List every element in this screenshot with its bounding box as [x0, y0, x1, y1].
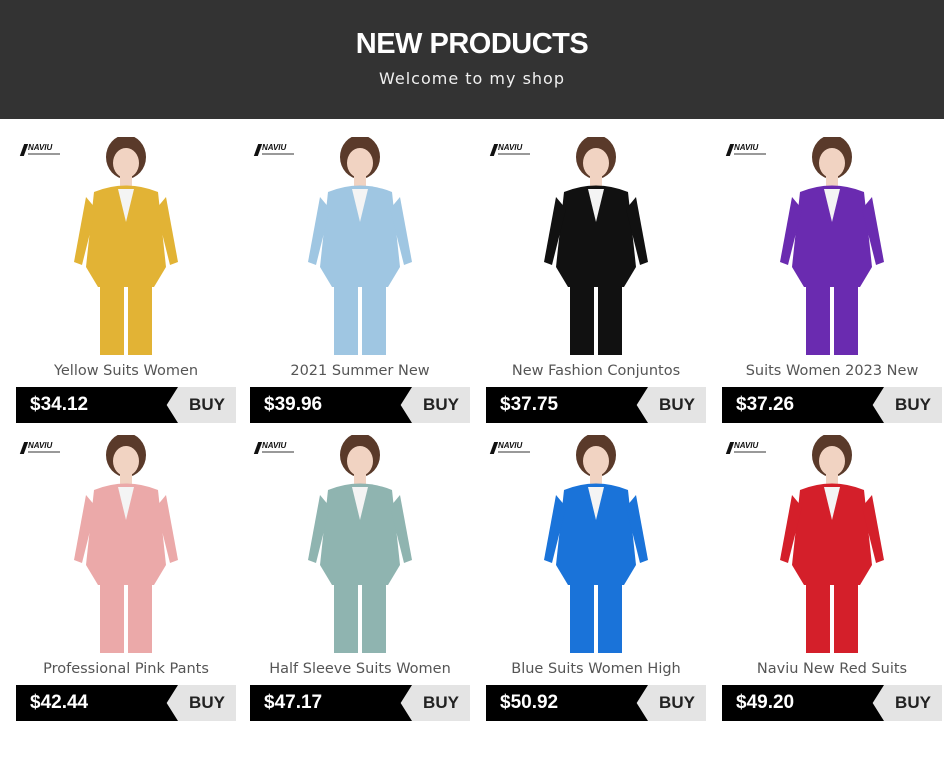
buy-button[interactable]: BUY — [884, 685, 942, 721]
model-figure — [780, 435, 884, 653]
product-name[interactable]: Naviu New Red Suits — [722, 661, 942, 677]
product-card[interactable]: NAVIU Blue Suits Women High $50.92 BUY — [486, 435, 706, 725]
price-bar: $34.12 BUY — [16, 387, 236, 423]
product-price: $50.92 — [500, 692, 559, 713]
product-card[interactable]: NAVIU Professional Pink Pants $42.44 BUY — [16, 435, 236, 725]
buy-button[interactable]: BUY — [648, 387, 706, 423]
model-figure — [74, 435, 178, 653]
model-figure — [544, 137, 648, 355]
price-bar: $37.75 BUY — [486, 387, 706, 423]
product-image[interactable]: NAVIU — [16, 137, 236, 355]
product-card[interactable]: NAVIU New Fashion Conjuntos $37.75 BUY — [486, 137, 706, 427]
product-image[interactable]: NAVIU — [250, 137, 470, 355]
product-price: $39.96 — [264, 394, 323, 415]
product-name[interactable]: Half Sleeve Suits Women — [250, 661, 470, 677]
product-card[interactable]: NAVIU Naviu New Red Suits $49.20 BUY — [722, 435, 942, 725]
product-price: $34.12 — [30, 394, 89, 415]
product-image[interactable]: NAVIU — [16, 435, 236, 653]
product-image[interactable]: NAVIU — [722, 435, 942, 653]
product-image[interactable]: NAVIU — [486, 137, 706, 355]
product-card[interactable]: NAVIU Yellow Suits Women $34.12 BUY — [16, 137, 236, 427]
buy-button[interactable]: BUY — [884, 387, 942, 423]
buy-button[interactable]: BUY — [412, 685, 470, 721]
product-price: $47.17 — [264, 692, 323, 713]
model-figure — [780, 137, 884, 355]
product-name[interactable]: Blue Suits Women High — [486, 661, 706, 677]
model-figure — [544, 435, 648, 653]
price-bar: $47.17 BUY — [250, 685, 470, 721]
product-name[interactable]: 2021 Summer New — [250, 363, 470, 379]
product-price: $37.26 — [736, 394, 795, 415]
buy-button[interactable]: BUY — [178, 387, 236, 423]
price-bar: $42.44 BUY — [16, 685, 236, 721]
price-bar: $39.96 BUY — [250, 387, 470, 423]
product-image[interactable]: NAVIU — [722, 137, 942, 355]
page-header: NEW PRODUCTS Welcome to my shop — [0, 0, 944, 119]
product-name[interactable]: Professional Pink Pants — [16, 661, 236, 677]
product-card[interactable]: NAVIU Suits Women 2023 New $37.26 BUY — [722, 137, 942, 427]
buy-button[interactable]: BUY — [178, 685, 236, 721]
model-figure — [308, 435, 412, 653]
model-figure — [74, 137, 178, 355]
page-title: NEW PRODUCTS — [355, 28, 589, 60]
product-image[interactable]: NAVIU — [250, 435, 470, 653]
model-figure — [308, 137, 412, 355]
product-price: $42.44 — [30, 692, 89, 713]
price-bar: $50.92 BUY — [486, 685, 706, 721]
product-image[interactable]: NAVIU — [486, 435, 706, 653]
product-price: $49.20 — [736, 692, 795, 713]
price-bar: $49.20 BUY — [722, 685, 942, 721]
product-name[interactable]: Yellow Suits Women — [16, 363, 236, 379]
product-price: $37.75 — [500, 394, 559, 415]
price-bar: $37.26 BUY — [722, 387, 942, 423]
buy-button[interactable]: BUY — [648, 685, 706, 721]
buy-button[interactable]: BUY — [412, 387, 470, 423]
product-card[interactable]: NAVIU Half Sleeve Suits Women $47.17 BUY — [250, 435, 470, 725]
product-name[interactable]: Suits Women 2023 New — [722, 363, 942, 379]
page-subtitle: Welcome to my shop — [379, 69, 565, 88]
product-name[interactable]: New Fashion Conjuntos — [486, 363, 706, 379]
product-card[interactable]: NAVIU 2021 Summer New $39.96 BUY — [250, 137, 470, 427]
